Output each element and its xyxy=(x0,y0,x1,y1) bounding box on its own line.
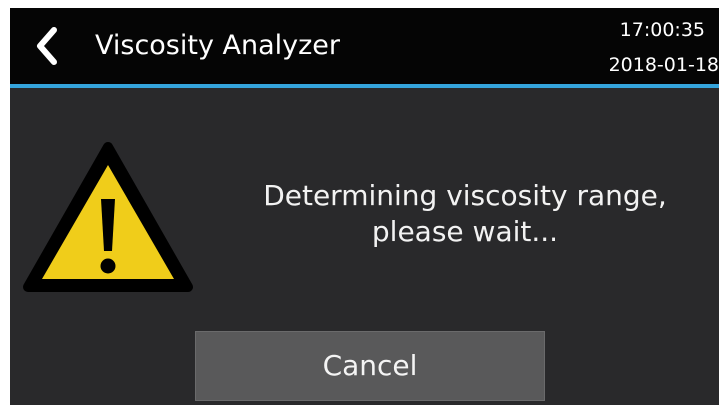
status-message-line-2: please wait... xyxy=(371,215,559,248)
app-title: Viscosity Analyzer xyxy=(95,30,341,61)
clock-date: 2018-01-18 xyxy=(608,54,719,76)
clock-time: 17:00:35 xyxy=(619,19,705,41)
device-screen: Viscosity Analyzer 17:00:35 2018-01-18 D… xyxy=(10,8,719,405)
status-message-line-1: Determining viscosity range, xyxy=(263,179,667,212)
header-accent-line xyxy=(10,84,719,88)
back-button[interactable] xyxy=(28,24,68,68)
header-bar: Viscosity Analyzer 17:00:35 2018-01-18 xyxy=(10,8,719,84)
cancel-button[interactable]: Cancel xyxy=(195,331,545,401)
chevron-left-icon xyxy=(37,27,57,65)
status-message: Determining viscosity range, please wait… xyxy=(210,178,719,250)
warning-icon xyxy=(23,142,193,292)
